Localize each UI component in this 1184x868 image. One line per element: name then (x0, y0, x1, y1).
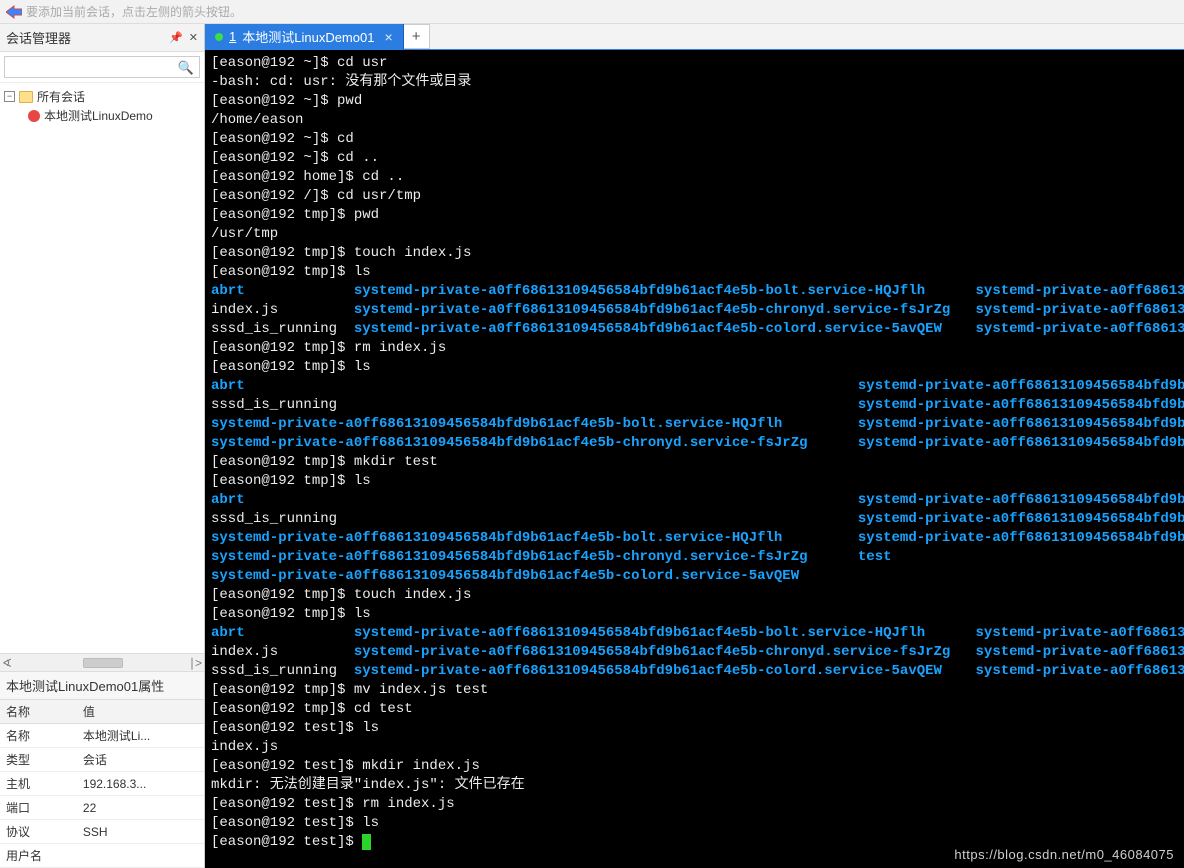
property-row: 端口22 (0, 796, 204, 820)
terminal-line: sssd_is_running systemd-private-a0ff6861… (211, 320, 1178, 339)
property-value: 会话 (77, 748, 204, 772)
arrow-icon (6, 5, 22, 19)
property-row: 主机192.168.3... (0, 772, 204, 796)
terminal-line: systemd-private-a0ff68613109456584bfd9b6… (211, 529, 1178, 548)
terminal-line: [eason@192 test]$ mkdir index.js (211, 757, 1178, 776)
terminal-line: [eason@192 test]$ ls (211, 814, 1178, 833)
terminal-line: [eason@192 tmp]$ ls (211, 358, 1178, 377)
property-value: 22 (77, 796, 204, 820)
property-value (77, 844, 204, 868)
panel-header: 会话管理器 📌 ✕ (0, 24, 204, 52)
terminal-line: index.js (211, 738, 1178, 757)
terminal-line: sssd_is_running systemd-private-a0ff6861… (211, 510, 1178, 529)
terminal-line: systemd-private-a0ff68613109456584bfd9b6… (211, 548, 1178, 567)
terminal-line: [eason@192 tmp]$ mv index.js test (211, 681, 1178, 700)
terminal-line: systemd-private-a0ff68613109456584bfd9b6… (211, 567, 1178, 586)
terminal-line: [eason@192 tmp]$ ls (211, 605, 1178, 624)
right-pane: 1 本地测试LinuxDemo01 × + [eason@192 ~]$ cd … (205, 24, 1184, 868)
hint-bar: 要添加当前会话，点击左侧的箭头按钮。 (0, 0, 1184, 24)
session-tree[interactable]: − 所有会话 本地测试LinuxDemo (0, 83, 204, 653)
tab-close-icon[interactable]: × (384, 29, 392, 45)
tab-bar: 1 本地测试LinuxDemo01 × + (205, 24, 1184, 50)
terminal-line: [eason@192 ~]$ pwd (211, 92, 1178, 111)
terminal-line: [eason@192 test]$ rm index.js (211, 795, 1178, 814)
terminal-line: [eason@192 tmp]$ mkdir test (211, 453, 1178, 472)
property-row: 类型会话 (0, 748, 204, 772)
terminal-line: sssd_is_running systemd-private-a0ff6861… (211, 662, 1178, 681)
scroll-thumb[interactable] (83, 658, 123, 668)
terminal-line: [eason@192 tmp]$ cd test (211, 700, 1178, 719)
terminal-line: index.js systemd-private-a0ff68613109456… (211, 643, 1178, 662)
terminal-line: abrt systemd-private-a0ff68613109456584b… (211, 282, 1178, 301)
property-row: 名称本地测试Li... (0, 724, 204, 748)
property-name: 协议 (0, 820, 77, 844)
scroll-left-icon[interactable]: ∢ (2, 656, 12, 670)
terminal-line: index.js systemd-private-a0ff68613109456… (211, 301, 1178, 320)
terminal-line: [eason@192 tmp]$ touch index.js (211, 586, 1178, 605)
terminal-line: [eason@192 /]$ cd usr/tmp (211, 187, 1178, 206)
tree-scrollbar[interactable]: ∢ ∣> (0, 653, 204, 671)
add-tab-button[interactable]: + (404, 24, 430, 49)
scroll-right-icon[interactable]: ∣> (189, 656, 202, 670)
panel-title: 会话管理器 (6, 28, 71, 47)
terminal-line: sssd_is_running systemd-private-a0ff6861… (211, 396, 1178, 415)
terminal-line: [eason@192 tmp]$ touch index.js (211, 244, 1178, 263)
pin-icon[interactable]: 📌 (169, 31, 183, 44)
property-row: 用户名 (0, 844, 204, 868)
search-icon[interactable]: 🔍 (178, 60, 194, 76)
property-name: 主机 (0, 772, 77, 796)
session-icon (28, 110, 40, 122)
terminal-line: /home/eason (211, 111, 1178, 130)
tab-number: 1 (229, 29, 236, 44)
properties-title: 本地测试LinuxDemo01属性 (0, 671, 204, 700)
property-row: 协议SSH (0, 820, 204, 844)
session-search-input[interactable] (4, 56, 200, 78)
terminal-line: systemd-private-a0ff68613109456584bfd9b6… (211, 434, 1178, 453)
property-value: 本地测试Li... (77, 724, 204, 748)
terminal-line: [eason@192 ~]$ cd .. (211, 149, 1178, 168)
properties-header-name[interactable]: 名称 (0, 700, 77, 724)
session-tab[interactable]: 1 本地测试LinuxDemo01 × (205, 24, 404, 49)
terminal-line: abrt systemd-private-a0ff68613109456584b… (211, 624, 1178, 643)
folder-icon (19, 91, 33, 103)
terminal-line: [eason@192 home]$ cd .. (211, 168, 1178, 187)
terminal-line: [eason@192 tmp]$ ls (211, 472, 1178, 491)
terminal-line: mkdir: 无法创建目录"index.js": 文件已存在 (211, 776, 1178, 795)
terminal-line: systemd-private-a0ff68613109456584bfd9b6… (211, 415, 1178, 434)
terminal-line: abrt systemd-private-a0ff68613109456584b… (211, 377, 1178, 396)
properties-header-value[interactable]: 值 (77, 700, 204, 724)
terminal[interactable]: [eason@192 ~]$ cd usr-bash: cd: usr: 没有那… (205, 50, 1184, 868)
terminal-line: [eason@192 tmp]$ ls (211, 263, 1178, 282)
expander-icon[interactable]: − (4, 91, 15, 102)
cursor-icon (362, 834, 371, 850)
property-value: 192.168.3... (77, 772, 204, 796)
tab-label: 本地测试LinuxDemo01 (242, 27, 374, 46)
terminal-line: [eason@192 ~]$ cd usr (211, 54, 1178, 73)
terminal-line: [eason@192 test]$ ls (211, 719, 1178, 738)
hint-text: 要添加当前会话，点击左侧的箭头按钮。 (26, 0, 242, 24)
property-name: 名称 (0, 724, 77, 748)
tree-session-item[interactable]: 本地测试LinuxDemo (0, 106, 204, 125)
properties-table: 名称 值 名称本地测试Li...类型会话主机192.168.3...端口22协议… (0, 700, 204, 868)
terminal-line: abrt systemd-private-a0ff68613109456584b… (211, 491, 1178, 510)
terminal-line: [eason@192 tmp]$ rm index.js (211, 339, 1178, 358)
status-dot-icon (215, 33, 223, 41)
terminal-line: /usr/tmp (211, 225, 1178, 244)
watermark: https://blog.csdn.net/m0_46084075 (954, 847, 1174, 862)
tree-root[interactable]: − 所有会话 (0, 87, 204, 106)
property-name: 类型 (0, 748, 77, 772)
property-name: 用户名 (0, 844, 77, 868)
terminal-line: [eason@192 ~]$ cd (211, 130, 1178, 149)
tree-root-label: 所有会话 (37, 88, 85, 105)
session-manager-panel: 会话管理器 📌 ✕ 🔍 − 所有会话 本地测试LinuxDemo ∢ ∣ (0, 24, 205, 868)
terminal-line: -bash: cd: usr: 没有那个文件或目录 (211, 73, 1178, 92)
property-value: SSH (77, 820, 204, 844)
tree-session-label: 本地测试LinuxDemo (44, 107, 153, 124)
property-name: 端口 (0, 796, 77, 820)
terminal-line: [eason@192 tmp]$ pwd (211, 206, 1178, 225)
close-icon[interactable]: ✕ (189, 31, 198, 44)
